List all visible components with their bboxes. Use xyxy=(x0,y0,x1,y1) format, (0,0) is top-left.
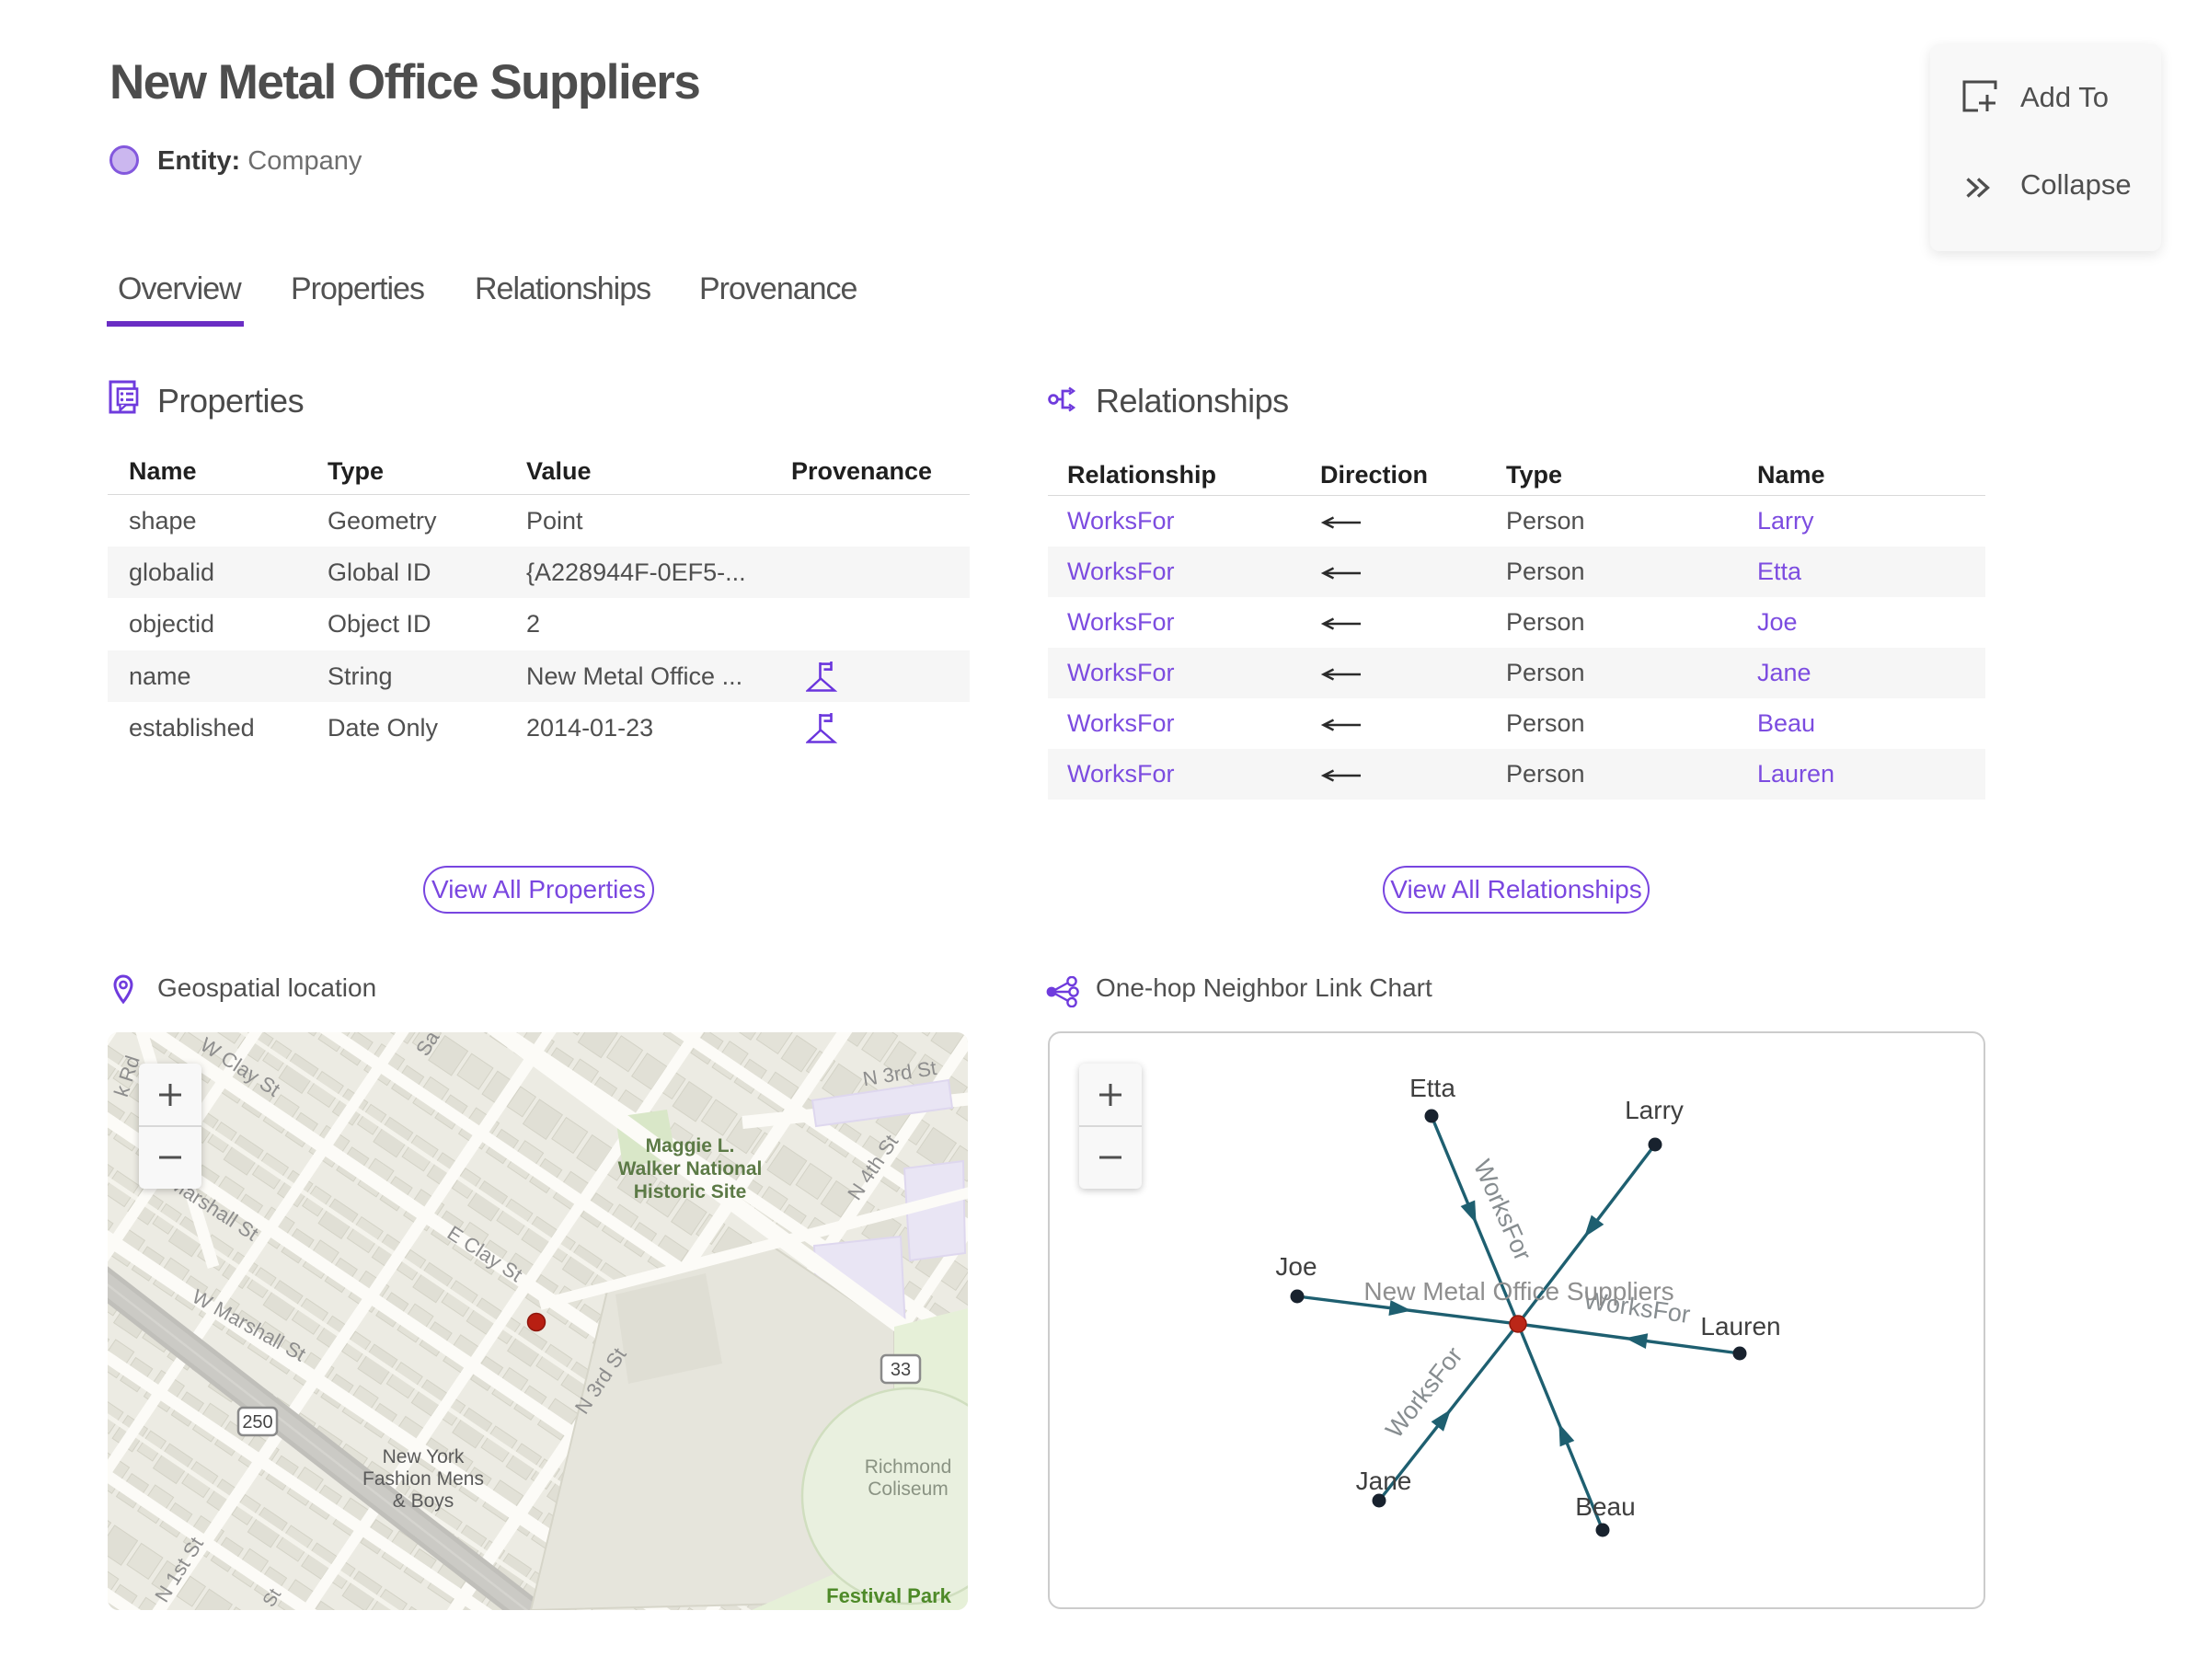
svg-text:& Boys: & Boys xyxy=(393,1490,454,1512)
svg-text:Maggie L.: Maggie L. xyxy=(646,1135,735,1156)
svg-text:Etta: Etta xyxy=(1409,1074,1455,1102)
svg-text:Historic Site: Historic Site xyxy=(634,1181,747,1202)
svg-text:Larry: Larry xyxy=(1625,1096,1684,1124)
svg-text:WorksFor: WorksFor xyxy=(1468,1156,1537,1265)
svg-text:Festival Park: Festival Park xyxy=(826,1584,952,1607)
svg-text:Coliseum: Coliseum xyxy=(868,1479,949,1500)
svg-text:Richmond: Richmond xyxy=(865,1456,952,1478)
svg-text:WorksFor: WorksFor xyxy=(1380,1341,1467,1443)
svg-text:New York: New York xyxy=(383,1446,465,1467)
svg-text:Joe: Joe xyxy=(1275,1252,1317,1281)
svg-text:Jane: Jane xyxy=(1356,1467,1412,1495)
svg-text:Beau: Beau xyxy=(1575,1492,1635,1521)
svg-text:Lauren: Lauren xyxy=(1700,1312,1780,1341)
svg-text:New Metal Office Suppliers: New Metal Office Suppliers xyxy=(1363,1277,1673,1306)
svg-text:250: 250 xyxy=(242,1412,272,1433)
svg-text:Fashion Mens: Fashion Mens xyxy=(362,1468,484,1490)
svg-text:Walker National: Walker National xyxy=(618,1158,763,1179)
svg-text:33: 33 xyxy=(891,1360,911,1380)
